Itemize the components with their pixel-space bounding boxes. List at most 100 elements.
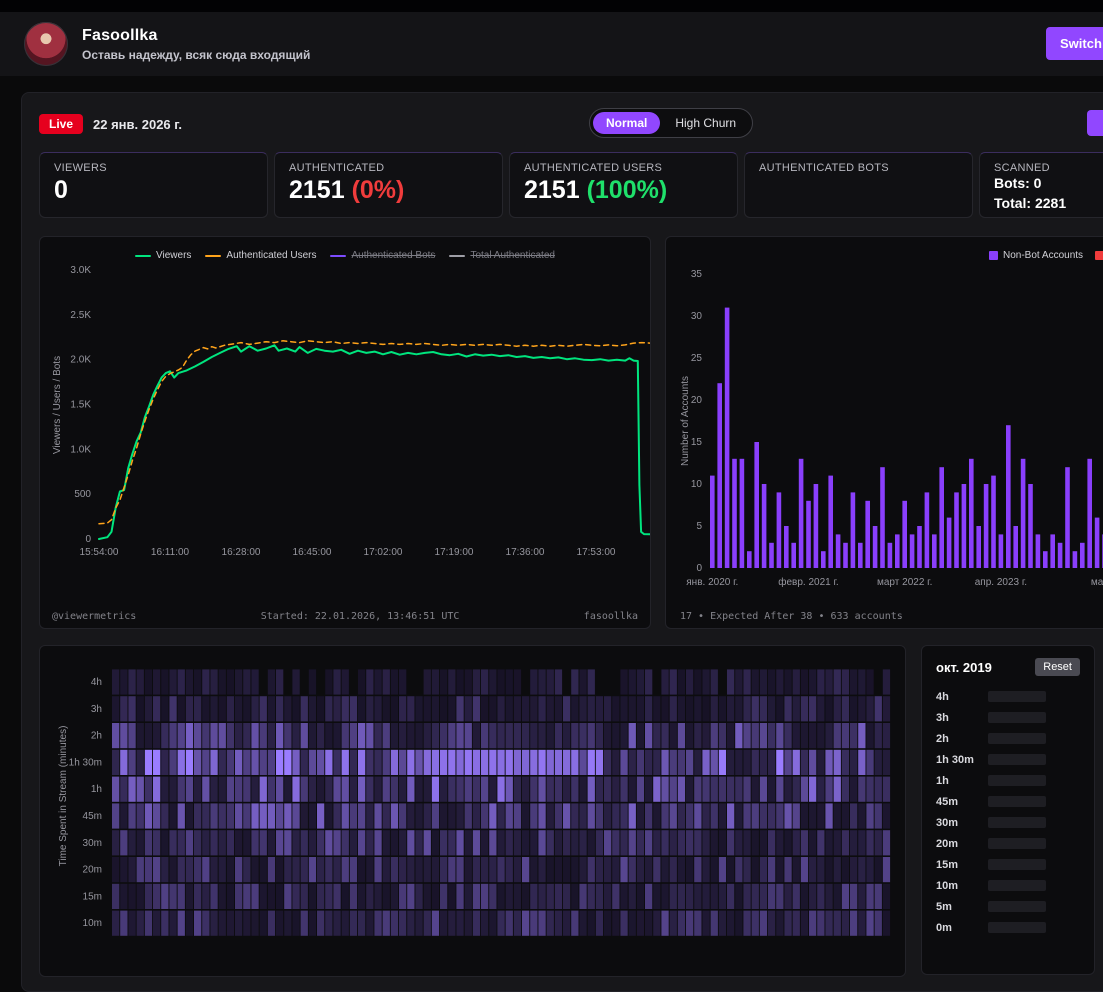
mode-toggle: Normal High Churn [589, 108, 753, 138]
svg-text:500: 500 [74, 489, 91, 500]
stat-card-value: 2151 (0%) [289, 177, 488, 205]
stat-card-label: AUTHENTICATED BOTS [759, 162, 958, 174]
legend-item-authenticated-bots[interactable]: Authenticated Bots [330, 250, 435, 261]
legend-swatch [205, 255, 221, 257]
svg-text:1.5K: 1.5K [70, 400, 91, 411]
svg-text:янв. 2020 г.: янв. 2020 г. [686, 577, 738, 588]
chart-watermark: @viewermetrics [52, 611, 136, 622]
dashboard-panel: Live 22 янв. 2026 г. Normal High Churn G… [21, 92, 1103, 992]
duration-row: 30m [936, 812, 1080, 833]
legend-item-bot-accounts[interactable]: Bot Accounts [1095, 250, 1103, 261]
legend-swatch [135, 255, 151, 257]
svg-text:4h: 4h [91, 677, 102, 688]
accounts-bar-chart: 05101520253035янв. 2020 г.февр. 2021 г.м… [666, 237, 1103, 599]
legend-item-authenticated-users[interactable]: Authenticated Users [205, 250, 316, 261]
toolbar-right-button[interactable]: G [1087, 110, 1103, 136]
svg-text:0: 0 [85, 534, 91, 545]
svg-text:20: 20 [691, 395, 703, 406]
live-badge: Live [39, 114, 83, 134]
svg-text:17:19:00: 17:19:00 [435, 547, 474, 558]
svg-text:5: 5 [696, 521, 702, 532]
svg-text:20m: 20m [83, 865, 102, 876]
svg-text:2.5K: 2.5K [70, 310, 91, 321]
mode-high-churn-button[interactable]: High Churn [662, 112, 749, 134]
line-chart-legend: Viewers Authenticated Users Authenticated … [40, 250, 650, 261]
duration-row-label: 1h [936, 775, 984, 787]
svg-text:17:53:00: 17:53:00 [577, 547, 616, 558]
accounts-chart-panel: Non-Bot AccountsBot Accounts 05101520253… [665, 236, 1103, 629]
legend-item-total-authenticated[interactable]: Total Authenticated [449, 250, 555, 261]
duration-row-label: 45m [936, 796, 984, 808]
legend-label: Non-Bot Accounts [1003, 250, 1083, 261]
stat-card-label: AUTHENTICATED [289, 162, 488, 174]
stat-card: VIEWERS0 [39, 152, 268, 218]
svg-text:16:28:00: 16:28:00 [222, 547, 261, 558]
duration-row-label: 15m [936, 859, 984, 871]
legend-swatch [989, 251, 998, 260]
stat-card-value: 2151 (100%) [524, 177, 723, 205]
charts-row: Viewers Authenticated Users Authenticated … [39, 236, 1103, 629]
legend-label: Viewers [156, 250, 191, 261]
svg-text:17:02:00: 17:02:00 [364, 547, 403, 558]
svg-text:февр. 2021 г.: февр. 2021 г. [778, 576, 838, 588]
svg-text:16:11:00: 16:11:00 [151, 547, 190, 558]
page: Live 22 янв. 2026 г. Normal High Churn G… [0, 76, 1103, 992]
svg-text:3.0K: 3.0K [70, 265, 91, 276]
duration-row-bar [988, 712, 1046, 723]
stat-card: AUTHENTICATED USERS 2151 (100%) [509, 152, 738, 218]
viewer-metrics-line-chart: 0 500 1.0K 1.5K 2.0K 2.5K 3.0K 15:54:00 16:11:00… [40, 237, 650, 582]
bar-chart-legend: Non-Bot Accounts Bot Accounts [989, 250, 1103, 261]
duration-row: 10m [936, 875, 1080, 896]
svg-text:1.0K: 1.0K [70, 444, 91, 455]
duration-rows: 4h3h2h1h 30m1h45m30m20m15m10m5m0m [936, 686, 1080, 938]
heatmap-panel: 4h3h2h1h 30m1h45m30m20m15m10mTime Spent … [39, 645, 906, 977]
duration-row-bar [988, 880, 1046, 891]
legend-item-viewers[interactable]: Viewers [135, 250, 191, 261]
svg-text:30m: 30m [83, 838, 102, 849]
stats-row: VIEWERS0 AUTHENTICATED 2151 (0%) AUTHENTICA… [39, 152, 1103, 218]
chart-channel-name: fasoollka [584, 611, 638, 622]
duration-row-bar [988, 901, 1046, 912]
duration-row-bar [988, 754, 1046, 765]
stat-card-label: AUTHENTICATED USERS [524, 162, 723, 174]
duration-row-bar [988, 796, 1046, 807]
duration-row: 3h [936, 707, 1080, 728]
stat-card-label: VIEWERS [54, 162, 253, 174]
stream-date: 22 янв. 2026 г. [93, 117, 182, 132]
duration-row: 1h 30m [936, 749, 1080, 770]
svg-text:1h 30m: 1h 30m [69, 757, 102, 768]
duration-row-bar [988, 817, 1046, 828]
duration-row-bar [988, 922, 1046, 933]
duration-row: 45m [936, 791, 1080, 812]
svg-text:16:45:00: 16:45:00 [293, 547, 332, 558]
svg-text:35: 35 [691, 269, 703, 280]
duration-row: 0m [936, 917, 1080, 938]
accounts-summary: 17 • Expected After 38 • 633 accounts [680, 611, 903, 622]
duration-row-bar [988, 859, 1046, 870]
duration-row-label: 5m [936, 901, 984, 913]
duration-row-bar [988, 733, 1046, 744]
duration-row: 1h [936, 770, 1080, 791]
mode-normal-button[interactable]: Normal [593, 112, 660, 134]
svg-text:15m: 15m [83, 891, 102, 902]
viewer-metrics-chart-panel: Viewers Authenticated Users Authenticated … [39, 236, 651, 629]
svg-text:ма: ма [1091, 577, 1103, 588]
svg-text:март 2022 г.: март 2022 г. [877, 577, 932, 588]
browser-chrome-bar [0, 0, 1103, 12]
duration-row: 20m [936, 833, 1080, 854]
legend-item-non-bot-accounts[interactable]: Non-Bot Accounts [989, 250, 1083, 261]
duration-row: 15m [936, 854, 1080, 875]
svg-text:Number of Accounts: Number of Accounts [680, 376, 691, 466]
reset-button[interactable]: Reset [1035, 658, 1080, 676]
legend-label: Total Authenticated [470, 250, 555, 261]
svg-text:2.0K: 2.0K [70, 355, 91, 366]
svg-text:15:54:00: 15:54:00 [80, 547, 119, 558]
duration-panel-header: окт. 2019 Reset [936, 658, 1080, 676]
streamer-name: Fasoollka [82, 27, 310, 45]
toolbar: Live 22 янв. 2026 г. Normal High Churn G [39, 110, 1103, 138]
svg-text:17:36:00: 17:36:00 [506, 547, 545, 558]
duration-row: 4h [936, 686, 1080, 707]
switch-channel-button[interactable]: Switch C [1046, 27, 1103, 60]
svg-text:апр. 2023 г.: апр. 2023 г. [975, 577, 1027, 588]
duration-row-bar [988, 838, 1046, 849]
